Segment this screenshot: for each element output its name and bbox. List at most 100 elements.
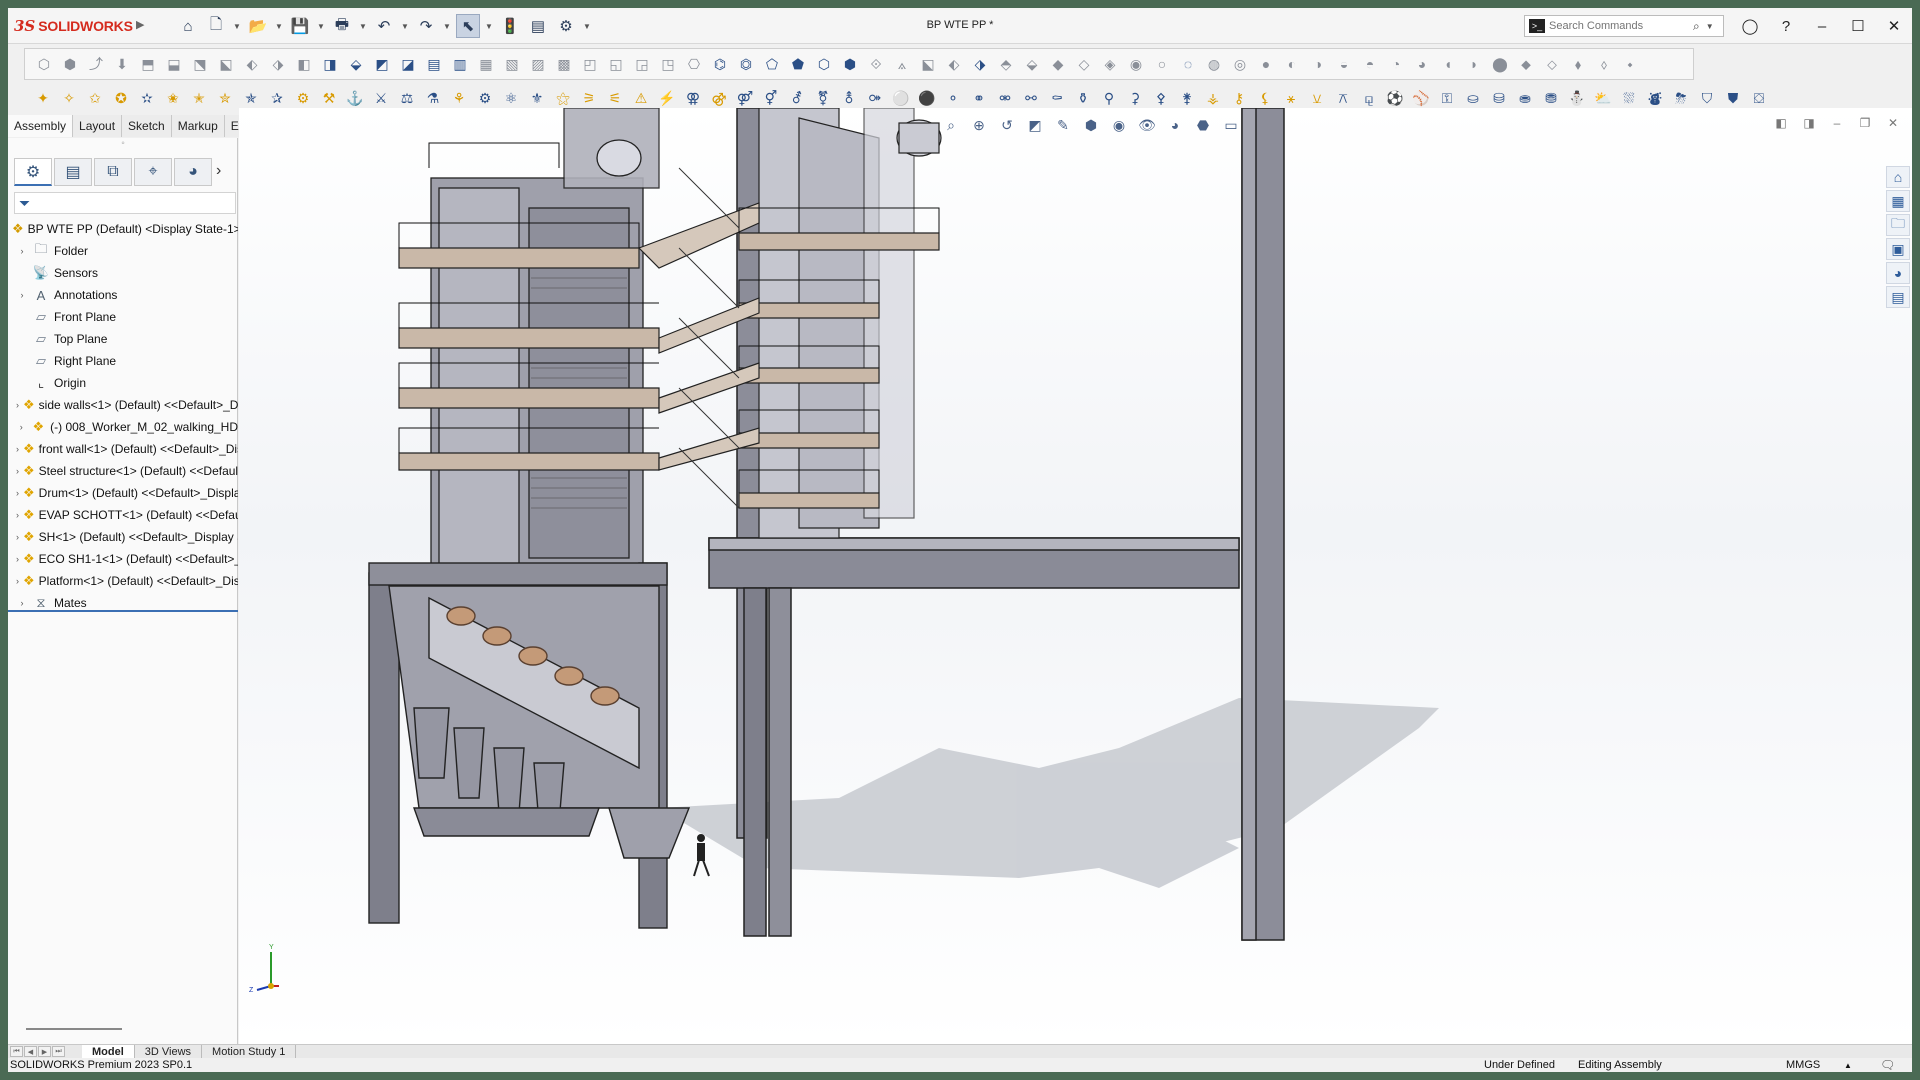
toolbar-command-55-icon[interactable]: ◖ — [1435, 51, 1461, 77]
unit-system-arrow-icon[interactable]: ▲ — [1844, 1061, 1852, 1070]
panel-horizontal-scrollbar[interactable] — [26, 1028, 122, 1030]
toolbar-command-7-icon[interactable]: ⬔ — [187, 51, 213, 77]
featuremanager-tab-icon[interactable]: ⚙ — [14, 158, 52, 186]
edit-appearance-icon[interactable]: ◕ — [1163, 114, 1187, 136]
toolbar-command-27-icon[interactable]: ⌬ — [707, 51, 733, 77]
tree-node[interactable]: ▱ Right Plane — [8, 350, 238, 372]
tree-expander-icon[interactable]: › — [16, 290, 28, 300]
toolbar-command-10-icon[interactable]: ⬗ — [265, 51, 291, 77]
toolbar-command-34-icon[interactable]: ⟑ — [889, 51, 915, 77]
toolbar-command-53-icon[interactable]: ◔ — [1383, 51, 1409, 77]
file-explorer-icon[interactable]: 🗀 — [1886, 214, 1910, 236]
toolbar2-command-3-icon[interactable]: ✩ — [82, 85, 108, 111]
rollback-bar[interactable] — [8, 610, 238, 612]
design-library-icon[interactable]: ▦ — [1886, 190, 1910, 212]
toolbar-command-18-icon[interactable]: ▦ — [473, 51, 499, 77]
toolbar-command-32-icon[interactable]: ⬢ — [837, 51, 863, 77]
tree-node[interactable]: › ❖ SH<1> (Default) <<Default>_Display St — [8, 526, 238, 548]
toolbar-command-3-icon[interactable]: ⤴ — [83, 51, 109, 77]
appearances-icon[interactable]: ◕ — [1886, 262, 1910, 284]
redo-icon[interactable]: ↷ — [414, 14, 438, 38]
tab-markup[interactable]: Markup — [171, 115, 225, 137]
undo-icon[interactable]: ↶ — [372, 14, 396, 38]
zoom-to-fit-icon[interactable]: ⌕ — [939, 114, 963, 136]
toolbar2-command-8-icon[interactable]: ✮ — [212, 85, 238, 111]
assembly-3d-model[interactable] — [239, 108, 1912, 1044]
toolbar-command-39-icon[interactable]: ⬙ — [1019, 51, 1045, 77]
tree-expander-icon[interactable]: › — [16, 598, 28, 608]
tree-expander-icon[interactable]: › — [16, 510, 19, 520]
toolbar-command-37-icon[interactable]: ⬗ — [967, 51, 993, 77]
tab-assembly[interactable]: Assembly — [8, 115, 74, 137]
toolbar-command-58-icon[interactable]: ⬥ — [1513, 51, 1539, 77]
print-dropdown-icon[interactable]: ▼ — [358, 14, 368, 38]
toolbar-command-62-icon[interactable]: ⬩ — [1617, 51, 1643, 77]
toolbar-command-9-icon[interactable]: ⬖ — [239, 51, 265, 77]
tree-node[interactable]: › ❖ Steel structure<1> (Default) <<Default… — [8, 460, 238, 482]
toolbar-command-24-icon[interactable]: ◲ — [629, 51, 655, 77]
prev-tab-icon[interactable]: ◀ — [24, 1046, 37, 1057]
file-properties-icon[interactable]: ▤ — [526, 14, 550, 38]
tree-node[interactable]: › ❖ side walls<1> (Default) <<Default>_Dis… — [8, 394, 238, 416]
toolbar-command-54-icon[interactable]: ◕ — [1409, 51, 1435, 77]
toolbar-command-45-icon[interactable]: ◌ — [1175, 51, 1201, 77]
next-tab-icon[interactable]: ▶ — [38, 1046, 51, 1057]
maximize-button[interactable]: ☐ — [1840, 8, 1876, 44]
toolbar-command-2-icon[interactable]: ⬢ — [57, 51, 83, 77]
toolbar-command-1-icon[interactable]: ⬡ — [31, 51, 57, 77]
custom-properties-icon[interactable]: ▤ — [1886, 286, 1910, 308]
redo-dropdown-icon[interactable]: ▼ — [442, 14, 452, 38]
toolbar-command-57-icon[interactable]: ⬤ — [1487, 51, 1513, 77]
configurationmanager-tab-icon[interactable]: ⧉ — [94, 158, 132, 186]
toolbar-command-8-icon[interactable]: ⬕ — [213, 51, 239, 77]
help-icon[interactable]: ? — [1768, 8, 1804, 44]
propertymanager-tab-icon[interactable]: ▤ — [54, 158, 92, 186]
tree-node[interactable]: 📡 Sensors — [8, 262, 238, 284]
display-style-icon[interactable]: ◉ — [1107, 114, 1131, 136]
model-tab-model[interactable]: Model — [82, 1045, 135, 1059]
tree-node[interactable]: › ❖ ECO SH1-1<1> (Default) <<Default>_D — [8, 548, 238, 570]
model-tab-motion-study-1[interactable]: Motion Study 1 — [202, 1045, 297, 1059]
search-dropdown-icon[interactable]: ▼ — [1706, 22, 1714, 31]
tree-expander-icon[interactable]: › — [16, 246, 28, 256]
toolbar-command-47-icon[interactable]: ◎ — [1227, 51, 1253, 77]
toolbar-command-52-icon[interactable]: ◓ — [1357, 51, 1383, 77]
tree-node[interactable]: ⌞ Origin — [8, 372, 238, 394]
tree-node[interactable]: › ❖ EVAP SCHOTT<1> (Default) <<Default> — [8, 504, 238, 526]
solidworks-resources-icon[interactable]: ⌂ — [1886, 166, 1910, 188]
toolbar-command-59-icon[interactable]: ⬦ — [1539, 51, 1565, 77]
minimize-button[interactable]: – — [1804, 8, 1840, 44]
view-settings-icon[interactable]: ▭ — [1219, 114, 1243, 136]
last-tab-icon[interactable]: ⏭ — [52, 1046, 65, 1057]
zoom-area-icon[interactable]: ⊕ — [967, 114, 991, 136]
tree-node[interactable]: ▱ Top Plane — [8, 328, 238, 350]
viewport-restore-icon[interactable]: ❐ — [1854, 114, 1876, 132]
toolbar2-command-4-icon[interactable]: ✪ — [108, 85, 134, 111]
toolbar-command-60-icon[interactable]: ⬧ — [1565, 51, 1591, 77]
panel-grip-handle[interactable]: ◦ — [8, 138, 238, 154]
dynamic-annotation-icon[interactable]: ✎ — [1051, 114, 1075, 136]
new-document-icon[interactable]: 🗋 — [204, 14, 228, 38]
first-tab-icon[interactable]: ⏮ — [10, 1046, 23, 1057]
user-account-icon[interactable]: ◯ — [1732, 8, 1768, 44]
tree-node[interactable]: › ❖ front wall<1> (Default) <<Default>_Dis… — [8, 438, 238, 460]
search-commands-input[interactable] — [1549, 20, 1689, 32]
menu-expand-arrow-icon[interactable]: ▶ — [136, 18, 144, 31]
toolbar-command-13-icon[interactable]: ⬙ — [343, 51, 369, 77]
viewport-close-icon[interactable]: ✕ — [1882, 114, 1904, 132]
toolbar-command-41-icon[interactable]: ◇ — [1071, 51, 1097, 77]
toolbar2-command-5-icon[interactable]: ✫ — [134, 85, 160, 111]
toolbar-command-19-icon[interactable]: ▧ — [499, 51, 525, 77]
tree-node[interactable]: ❖ BP WTE PP (Default) <Display State-1> — [8, 218, 238, 240]
previous-view-icon[interactable]: ↺ — [995, 114, 1019, 136]
tree-filter[interactable]: ⏷ — [14, 192, 236, 214]
select-icon[interactable]: ⬉ — [456, 14, 480, 38]
feedback-icon[interactable]: 🗨 — [1880, 1058, 1895, 1072]
toolbar-command-40-icon[interactable]: ◆ — [1045, 51, 1071, 77]
toolbar2-command-7-icon[interactable]: ✭ — [186, 85, 212, 111]
tree-node[interactable]: › ❖ Drum<1> (Default) <<Default>_Display — [8, 482, 238, 504]
tab-sketch[interactable]: Sketch — [122, 115, 172, 137]
toolbar-command-20-icon[interactable]: ▨ — [525, 51, 551, 77]
toolbar-command-21-icon[interactable]: ▩ — [551, 51, 577, 77]
toolbar-command-15-icon[interactable]: ◪ — [395, 51, 421, 77]
